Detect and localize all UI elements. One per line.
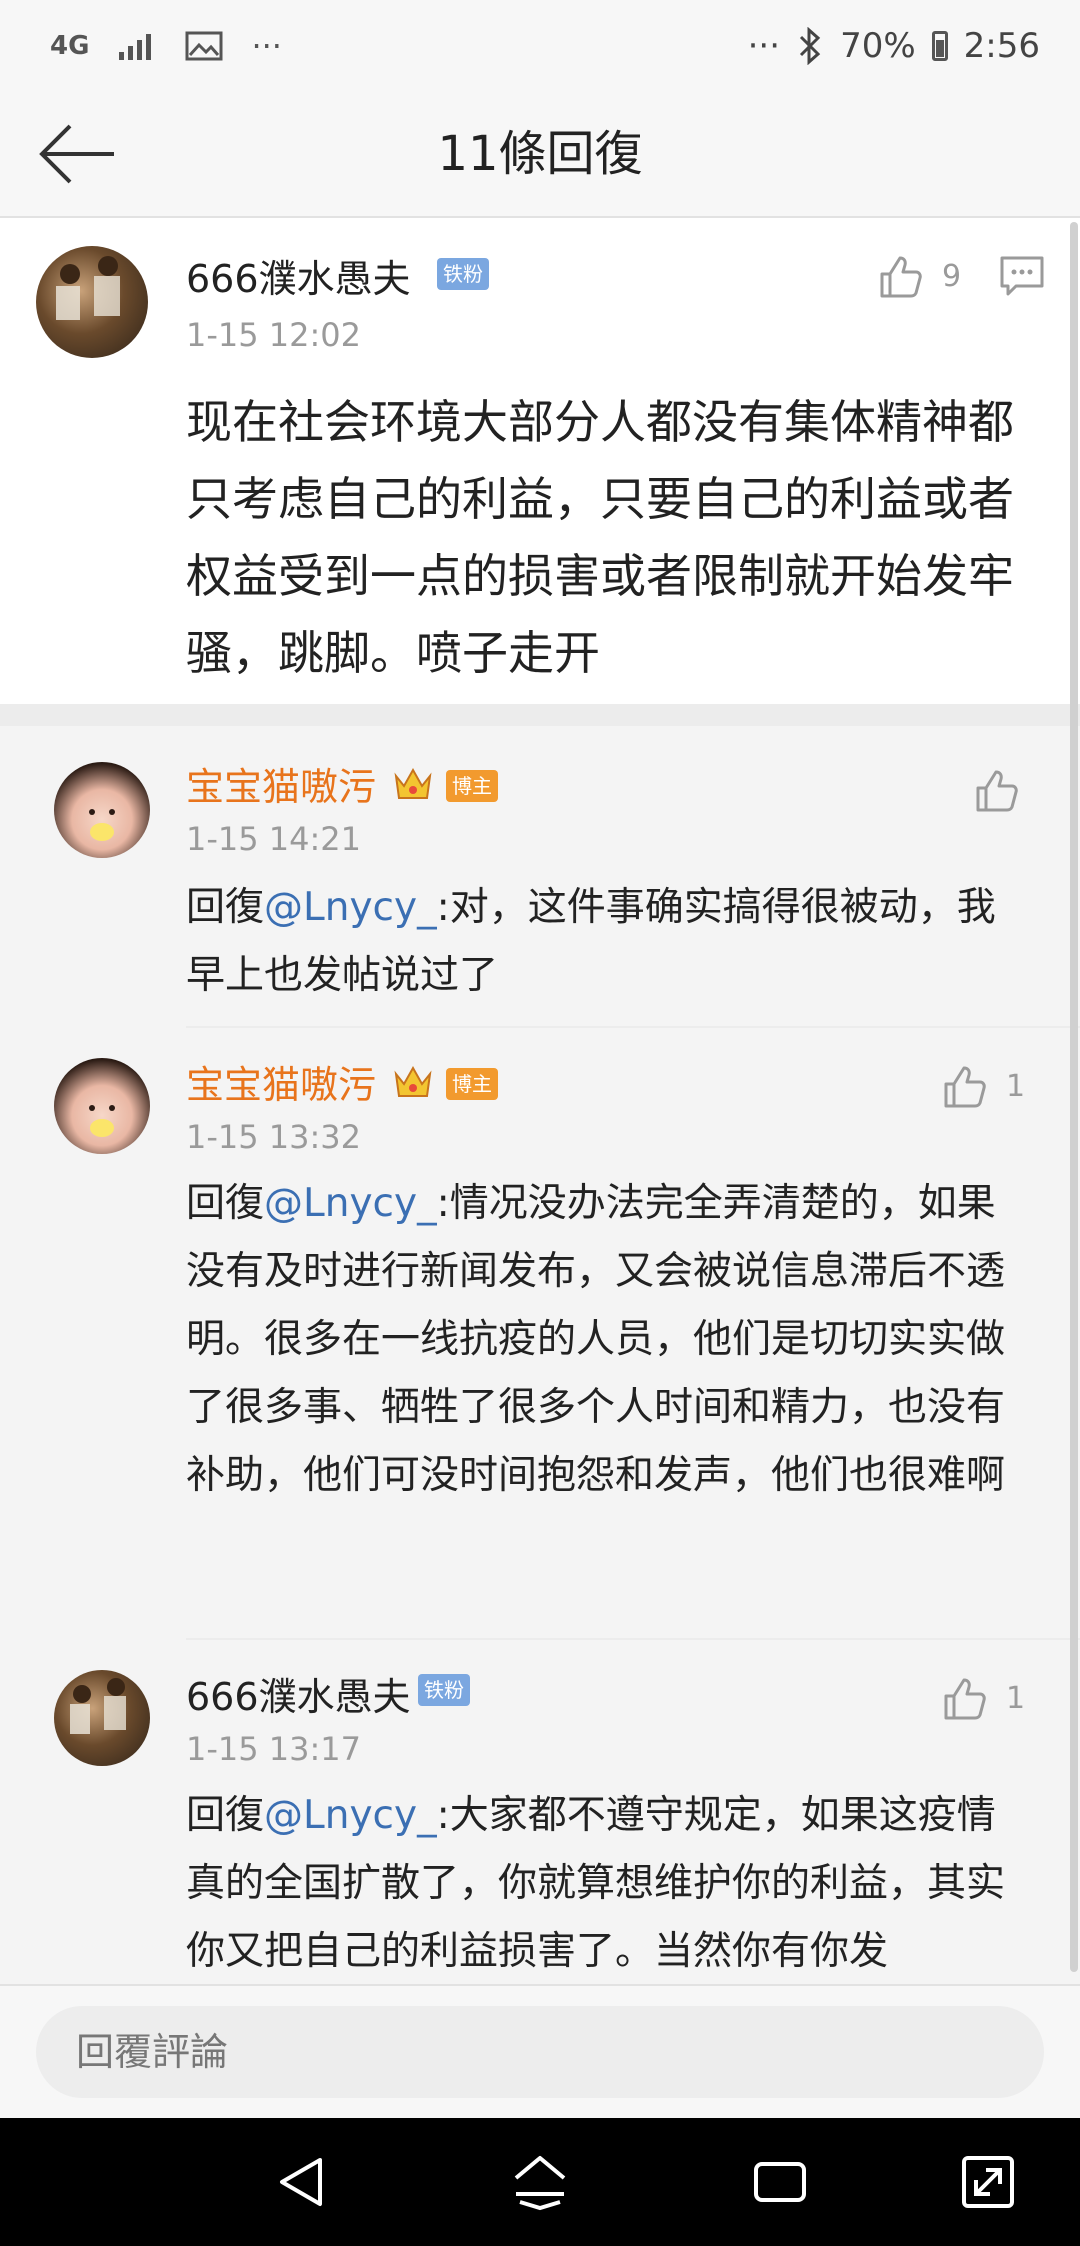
section-separator — [0, 704, 1080, 726]
battery-percent: 70% — [840, 26, 916, 66]
username[interactable]: 666濮水愚夫 — [186, 248, 411, 303]
mention-link[interactable]: @Lnycy_ — [264, 1793, 437, 1838]
nav-recents-button[interactable] — [750, 2152, 810, 2212]
page-title: 11條回復 — [437, 126, 643, 182]
avatar[interactable] — [36, 246, 148, 358]
fan-badge: 铁粉 — [418, 1674, 470, 1706]
reply-time: 1-15 13:17 — [186, 1730, 362, 1768]
reply-time: 1-15 14:21 — [186, 820, 362, 858]
thumb-up-icon — [880, 256, 922, 298]
avatar-photo-icon — [89, 809, 115, 841]
clock: 2:56 — [963, 26, 1040, 66]
like-button[interactable]: 9 — [876, 246, 961, 306]
comment-icon — [1000, 256, 1044, 296]
network-type: 4G — [50, 31, 90, 61]
avatar-photo-icon — [89, 1105, 115, 1137]
crown-icon — [392, 1062, 434, 1102]
reply-time: 1-15 13:32 — [186, 1118, 362, 1156]
reply-item: 宝宝猫嗷污 博主 1-15 13:32 1 回復@Lnycy_:情况没办法完全弄… — [0, 1028, 1080, 1608]
fan-badge: 铁粉 — [437, 258, 489, 290]
reply-item: 666濮水愚夫 铁粉 1-15 13:17 1 回復@Lnycy_:大家都不遵守… — [0, 1640, 1080, 1984]
main-comment: 666濮水愚夫 铁粉 1-15 12:02 9 现在社会环境大部分人都没有集体精… — [0, 218, 1080, 704]
reply-text: 回復@Lnycy_:情况没办法完全弄清楚的，如果没有及时进行新闻发布，又会被说信… — [186, 1170, 1026, 1510]
reply-content: :情况没办法完全弄清楚的，如果没有及时进行新闻发布，又会被说信息滞后不透明。很多… — [186, 1181, 1006, 1498]
status-left: 4G ··· — [50, 22, 282, 70]
mention-link[interactable]: @Lnycy_ — [264, 1181, 437, 1226]
avatar[interactable] — [54, 1058, 150, 1154]
nav-recents-icon — [754, 2162, 806, 2202]
status-more-right: ··· — [747, 26, 781, 66]
reply-text: 回復@Lnycy_:对，这件事确实搞得很被动，我早上也发帖说过了 — [186, 874, 1016, 1010]
nav-expand-icon — [962, 2156, 1014, 2208]
like-button[interactable]: 1 — [940, 1668, 1025, 1728]
title-bar: 11條回復 — [0, 92, 1080, 218]
reply-text: 回復@Lnycy_:大家都不遵守规定，如果这疫情真的全国扩散了，你就算想维护你的… — [186, 1782, 1026, 1984]
like-button[interactable] — [972, 760, 1038, 820]
avatar[interactable] — [54, 1670, 150, 1766]
battery-icon — [931, 31, 948, 61]
thumb-up-icon — [944, 1066, 986, 1108]
reply-item: 宝宝猫嗷污 博主 1-15 14:21 回復@Lnycy_:对，这件事确实搞得很… — [0, 726, 1080, 1006]
like-count: 1 — [1006, 1068, 1026, 1104]
avatar[interactable] — [54, 762, 150, 858]
comment-time: 1-15 12:02 — [186, 316, 362, 354]
nav-back-icon — [280, 2158, 322, 2206]
username[interactable]: 666濮水愚夫 — [186, 1666, 411, 1721]
reply-input[interactable] — [36, 2006, 1044, 2098]
nav-expand-button[interactable] — [958, 2152, 1018, 2212]
replies-list: 宝宝猫嗷污 博主 1-15 14:21 回復@Lnycy_:对，这件事确实搞得很… — [0, 726, 1080, 1984]
status-bar: 4G ··· ··· 70% 2:56 — [0, 0, 1080, 92]
nav-back-button[interactable] — [272, 2152, 332, 2212]
comment-text: 现在社会环境大部分人都没有集体精神都只考虑自己的利益，只要自己的利益或者权益受到… — [186, 395, 1014, 680]
reply-thread[interactable]: 666濮水愚夫 铁粉 1-15 12:02 9 现在社会环境大部分人都没有集体精… — [0, 218, 1080, 1984]
username[interactable]: 宝宝猫嗷污 — [186, 1054, 376, 1109]
reply-prefix: 回復 — [186, 1793, 265, 1838]
system-nav-bar — [0, 2118, 1080, 2246]
username[interactable]: 宝宝猫嗷污 — [186, 756, 376, 811]
avatar-photo-icon — [56, 256, 120, 320]
thumb-up-icon — [976, 770, 1018, 812]
status-right: ··· 70% 2:56 — [748, 22, 1040, 70]
reply-button[interactable] — [998, 252, 1046, 300]
blogger-badge: 博主 — [446, 770, 498, 802]
like-count: 9 — [942, 258, 962, 294]
avatar-photo-icon — [70, 1678, 126, 1734]
signal-icon — [119, 34, 152, 60]
scrollbar[interactable] — [1070, 222, 1078, 1972]
thumb-up-icon — [944, 1678, 986, 1720]
reply-prefix: 回復 — [186, 1181, 265, 1226]
reply-prefix: 回復 — [186, 885, 265, 930]
nav-home-icon — [514, 2156, 566, 2211]
bluetooth-icon — [800, 27, 821, 65]
reply-composer — [0, 1984, 1080, 2118]
like-button[interactable]: 1 — [940, 1056, 1025, 1116]
like-count: 1 — [1006, 1680, 1026, 1716]
nav-home-button[interactable] — [510, 2152, 570, 2212]
crown-icon — [392, 764, 434, 804]
mention-link[interactable]: @Lnycy_ — [264, 885, 437, 930]
blogger-badge: 博主 — [446, 1068, 498, 1100]
status-more: ··· — [251, 27, 282, 65]
image-icon — [185, 31, 223, 61]
